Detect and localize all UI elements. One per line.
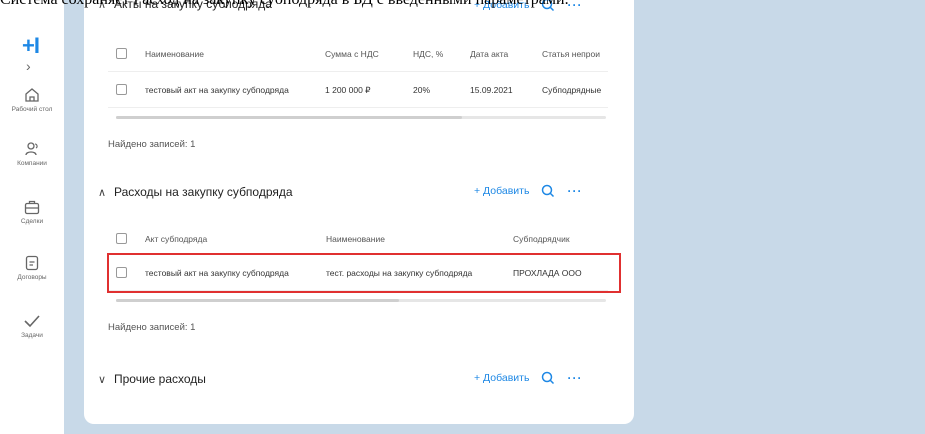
collapse-icon[interactable]: ∧	[98, 186, 114, 199]
records-count: Найдено записей: 1	[108, 139, 196, 150]
column-header[interactable]: НДС, %	[413, 49, 443, 59]
expand-icon[interactable]: ∨	[98, 373, 114, 386]
search-icon[interactable]	[541, 184, 555, 198]
document-icon	[25, 255, 39, 271]
more-options-icon[interactable]: ···	[567, 184, 582, 198]
scrollbar-thumb[interactable]	[116, 299, 399, 302]
horizontal-scrollbar[interactable]	[116, 116, 606, 119]
row-checkbox[interactable]	[116, 84, 127, 95]
sidebar-item-label: Сделки	[20, 218, 44, 225]
add-button[interactable]: + Добавить	[474, 372, 529, 384]
column-header[interactable]: Статья непрои	[542, 49, 600, 59]
check-icon	[24, 315, 40, 328]
people-icon	[25, 142, 38, 156]
section-actions: + Добавить ···	[474, 184, 582, 198]
highlight-frame	[107, 253, 621, 293]
cell: 1 200 000 ₽	[325, 85, 371, 95]
expand-sidebar-button[interactable]: ›	[26, 58, 31, 74]
sidebar-item-label: Задачи	[21, 332, 43, 339]
column-header[interactable]: Акт субподряда	[145, 234, 207, 244]
sidebar-item-tasks[interactable]: Задачи	[0, 312, 64, 339]
briefcase-icon	[24, 200, 40, 215]
section-actions: + Добавить ···	[474, 371, 582, 385]
more-options-icon[interactable]: ···	[567, 371, 582, 385]
table-header-row: Акт субподряда Наименование Субподрядчик	[108, 221, 608, 255]
cell: 20%	[413, 85, 431, 95]
cell: Субподрядные	[542, 85, 602, 95]
screen: +I › Рабочий стол Компании Сделки Догово…	[0, 0, 925, 434]
column-header[interactable]: Дата акта	[470, 49, 508, 59]
sidebar-item-contracts[interactable]: Договоры	[0, 254, 64, 281]
column-header[interactable]: Наименование	[145, 49, 204, 59]
column-header[interactable]: Сумма с НДС	[325, 49, 379, 59]
cell: тестовый акт на закупку субподряда	[145, 85, 289, 95]
sidebar-item-companies[interactable]: Компании	[0, 140, 64, 167]
sidebar-item-label: Рабочий стол	[11, 106, 53, 113]
section-title: Прочие расходы	[114, 372, 206, 386]
records-count: Найдено записей: 1	[108, 322, 196, 333]
select-all-checkbox[interactable]	[116, 48, 127, 59]
sidebar-item-label: Договоры	[17, 274, 47, 281]
home-icon	[25, 88, 39, 102]
app-logo[interactable]: +I	[22, 35, 40, 57]
sidebar-item-desktop[interactable]: Рабочий стол	[0, 86, 64, 113]
add-button[interactable]: + Добавить	[474, 185, 529, 197]
search-icon[interactable]	[541, 371, 555, 385]
sidebar: +I › Рабочий стол Компании Сделки Догово…	[0, 0, 64, 434]
scrollbar-thumb[interactable]	[116, 116, 462, 119]
table-row[interactable]: тестовый акт на закупку субподряда 1 200…	[108, 72, 608, 108]
cell: 15.09.2021	[470, 85, 513, 95]
column-header[interactable]: Субподрядчик	[513, 234, 570, 244]
column-header[interactable]: Наименование	[326, 234, 385, 244]
acts-table: Наименование Сумма с НДС НДС, % Дата акт…	[108, 36, 608, 108]
section-title: Расходы на закупку субподряда	[114, 185, 293, 199]
sidebar-item-deals[interactable]: Сделки	[0, 198, 64, 225]
select-all-checkbox[interactable]	[116, 233, 127, 244]
table-header-row: Наименование Сумма с НДС НДС, % Дата акт…	[108, 36, 608, 72]
instruction-caption: Система сохраняет Расход на закупку субп…	[0, 0, 925, 9]
sidebar-item-label: Компании	[17, 160, 47, 167]
horizontal-scrollbar[interactable]	[116, 299, 606, 302]
